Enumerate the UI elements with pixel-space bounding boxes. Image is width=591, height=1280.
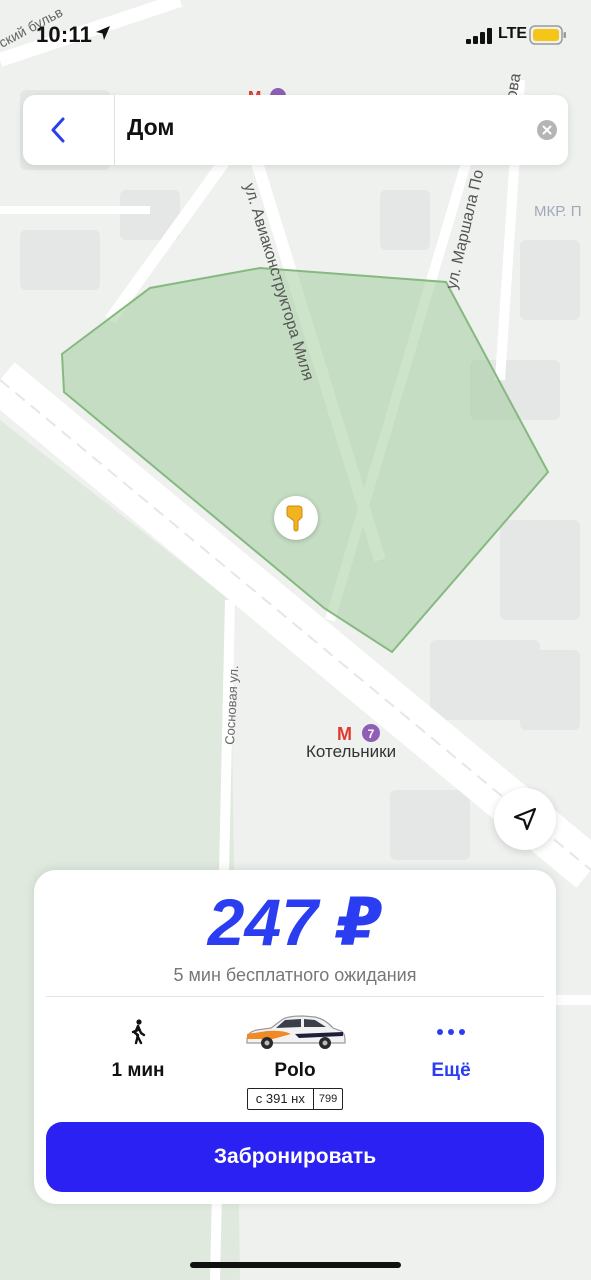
more-button[interactable]: Ещё — [371, 1010, 531, 1082]
car-booking-card: 247 ₽ 5 мин бесплатного ожидания 1 мин P… — [34, 870, 556, 1204]
home-indicator[interactable] — [190, 1262, 401, 1268]
card-divider — [46, 996, 544, 997]
car-image — [246, 1015, 346, 1049]
book-button[interactable]: Забронировать — [46, 1122, 544, 1192]
metro-station-label: Котельники — [306, 742, 397, 761]
plate-region: 799 — [318, 1093, 338, 1105]
back-button[interactable] — [23, 95, 93, 165]
status-time: 10:11 — [36, 22, 93, 47]
svg-text:M: M — [337, 724, 352, 744]
metro-line-number: 7 — [368, 727, 375, 741]
free-waiting-text: 5 мин бесплатного ожидания — [173, 965, 417, 985]
search-separator — [114, 95, 115, 165]
search-input[interactable]: Дом — [127, 114, 174, 141]
district-label: МКР. П — [534, 203, 582, 220]
status-bar: 10:11 LTE — [0, 0, 591, 70]
more-label: Ещё — [431, 1060, 471, 1081]
battery-icon — [529, 25, 566, 45]
clear-icon[interactable] — [537, 120, 557, 140]
walk-time: 1 мин — [58, 1010, 218, 1082]
more-dots-icon — [437, 1029, 465, 1035]
walk-time-label: 1 мин — [111, 1060, 165, 1081]
locate-me-button[interactable] — [494, 788, 556, 850]
navigation-arrow-icon — [513, 807, 537, 831]
walking-person-icon — [131, 1019, 146, 1045]
pointing-hand-icon — [286, 505, 303, 532]
signal-bars-icon — [466, 28, 492, 44]
license-plate: с 391 нх 799 — [246, 1088, 344, 1110]
plate-number: с 391 нх — [248, 1089, 314, 1109]
location-arrow-icon — [96, 26, 110, 40]
map-pin[interactable] — [274, 496, 318, 540]
car-info: Polo с 391 нх 799 — [215, 1010, 375, 1110]
chevron-left-icon — [51, 117, 65, 143]
search-bar[interactable]: Дом — [23, 95, 568, 165]
price: 247 ₽ — [207, 885, 383, 959]
network-type: LTE — [498, 25, 528, 42]
car-model: Polo — [274, 1060, 316, 1081]
